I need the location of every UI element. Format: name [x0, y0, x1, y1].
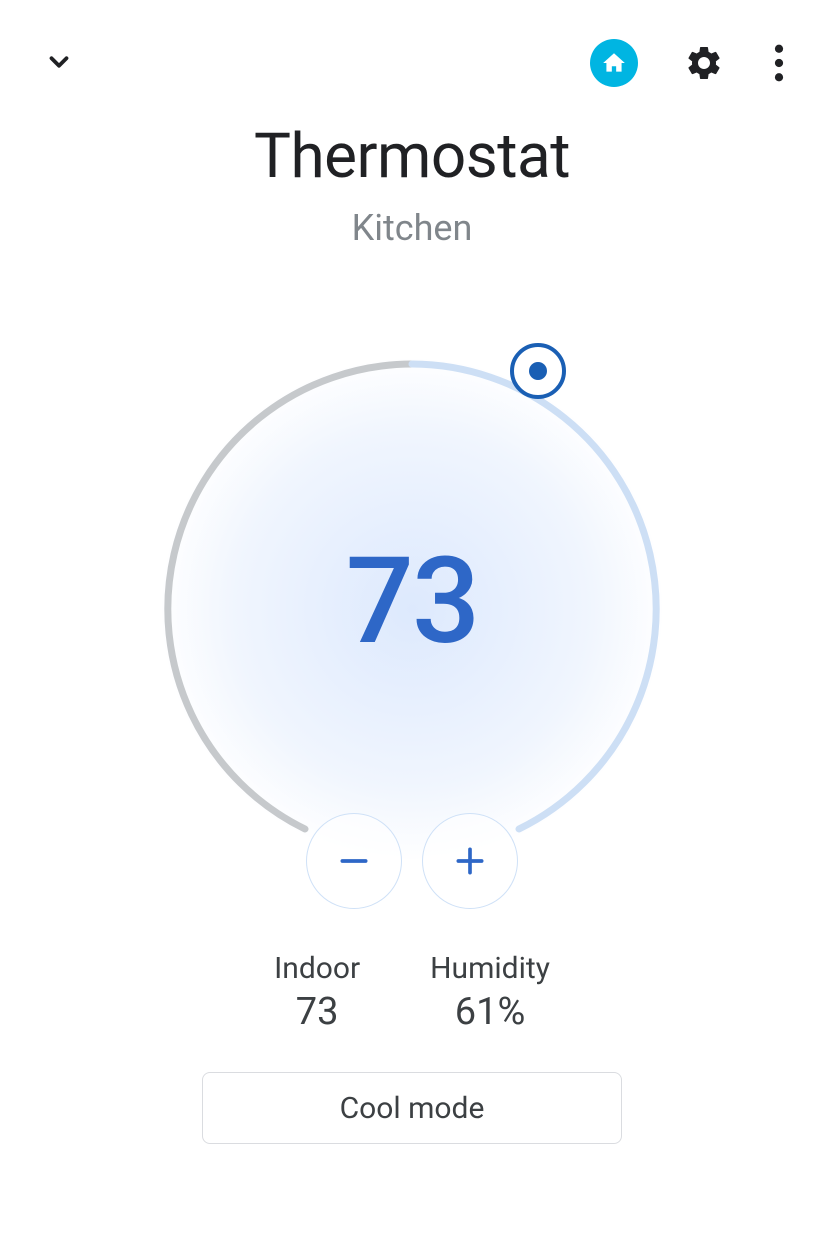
header-right: [590, 39, 788, 87]
indoor-label: Indoor: [274, 951, 360, 986]
home-button[interactable]: [590, 39, 638, 87]
humidity-label: Humidity: [430, 951, 550, 986]
setpoint-handle[interactable]: [510, 343, 566, 399]
header-left: [36, 39, 82, 88]
room-name: Kitchen: [0, 207, 824, 249]
increase-button[interactable]: [422, 813, 518, 909]
setpoint-display: 73: [346, 532, 478, 672]
stats-row: Indoor 73 Humidity 61%: [0, 951, 824, 1034]
gear-icon: [684, 43, 724, 83]
more-button[interactable]: [770, 40, 788, 86]
title-section: Thermostat Kitchen: [0, 120, 824, 249]
collapse-button[interactable]: [36, 39, 82, 88]
more-vert-icon: [774, 44, 784, 82]
home-icon: [601, 50, 627, 76]
indoor-value: 73: [274, 990, 360, 1034]
adjust-buttons: [306, 813, 518, 909]
indoor-stat: Indoor 73: [274, 951, 360, 1034]
chevron-down-icon: [44, 47, 74, 77]
mode-button[interactable]: Cool mode: [202, 1072, 622, 1144]
thermostat-dial[interactable]: 73: [132, 329, 692, 889]
plus-icon: [450, 841, 490, 881]
setpoint-handle-dot: [529, 362, 547, 380]
decrease-button[interactable]: [306, 813, 402, 909]
minus-icon: [334, 841, 374, 881]
humidity-stat: Humidity 61%: [430, 951, 550, 1034]
header: [0, 0, 824, 90]
humidity-value: 61%: [430, 990, 550, 1034]
page-title: Thermostat: [0, 120, 824, 193]
settings-button[interactable]: [680, 39, 728, 87]
